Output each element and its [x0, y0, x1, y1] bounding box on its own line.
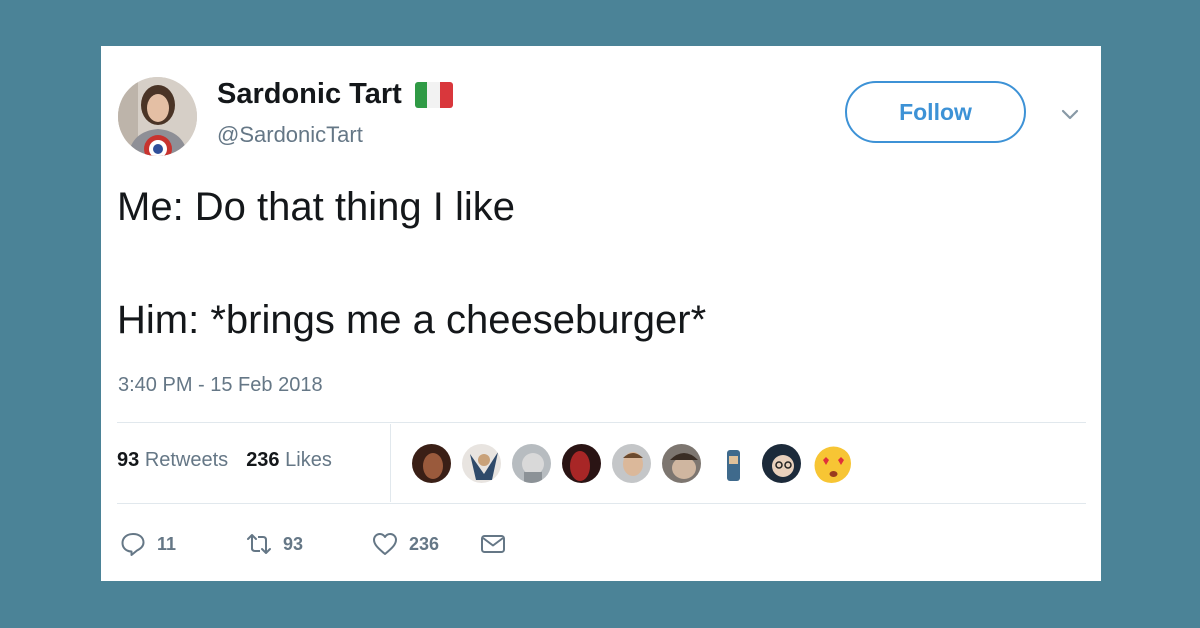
message-button[interactable]: [479, 530, 507, 558]
tweet-text-line-1: Me: Do that thing I like: [117, 185, 515, 229]
like-count: 236: [409, 533, 440, 554]
retweet-icon: [247, 534, 271, 554]
liker-avatar[interactable]: [410, 442, 453, 485]
liker-avatar[interactable]: [660, 442, 703, 485]
tweet-stats: 93 Retweets 236 Likes: [117, 449, 332, 472]
user-handle[interactable]: @SardonicTart: [217, 122, 363, 148]
liker-avatar[interactable]: [560, 442, 603, 485]
display-name-text: Sardonic Tart: [217, 78, 402, 110]
liker-avatar[interactable]: [610, 442, 653, 485]
retweets-label: Retweets: [144, 449, 229, 471]
heart-icon: [373, 533, 397, 555]
retweet-count: 93: [283, 533, 304, 554]
reply-count: 11: [157, 533, 177, 554]
retweet-button[interactable]: 93: [245, 530, 313, 558]
stats-divider: [390, 424, 391, 502]
mail-icon: [481, 535, 506, 553]
tweet-card: Sardonic Tart @SardonicTart Follow Me: D…: [101, 46, 1101, 581]
likers-avatars: [410, 442, 860, 485]
follow-button[interactable]: Follow: [845, 81, 1026, 143]
liker-avatar[interactable]: [510, 442, 553, 485]
likes-count: 236: [246, 449, 280, 471]
retweets-stat[interactable]: 93 Retweets: [117, 449, 228, 472]
retweets-count: 93: [117, 449, 140, 471]
liker-avatar[interactable]: [710, 442, 753, 485]
reply-icon: [121, 533, 145, 556]
tweet-actions: 11 93 236: [119, 530, 547, 558]
likes-stat[interactable]: 236 Likes: [246, 449, 332, 472]
tweet-text-line-2: Him: *brings me a cheeseburger*: [117, 298, 707, 342]
reply-button[interactable]: 11: [119, 530, 187, 558]
liker-avatar[interactable]: [460, 442, 503, 485]
italy-flag-icon: [414, 81, 453, 108]
likes-label: Likes: [285, 449, 332, 471]
liker-avatar[interactable]: [810, 442, 853, 485]
avatar[interactable]: [118, 77, 197, 156]
liker-avatar[interactable]: [760, 442, 803, 485]
display-name[interactable]: Sardonic Tart: [217, 78, 453, 111]
tweet-timestamp[interactable]: 3:40 PM - 15 Feb 2018: [118, 374, 323, 397]
chevron-down-icon[interactable]: [1058, 102, 1082, 126]
divider: [117, 503, 1086, 504]
like-button[interactable]: 236: [371, 530, 439, 558]
divider: [117, 422, 1086, 423]
